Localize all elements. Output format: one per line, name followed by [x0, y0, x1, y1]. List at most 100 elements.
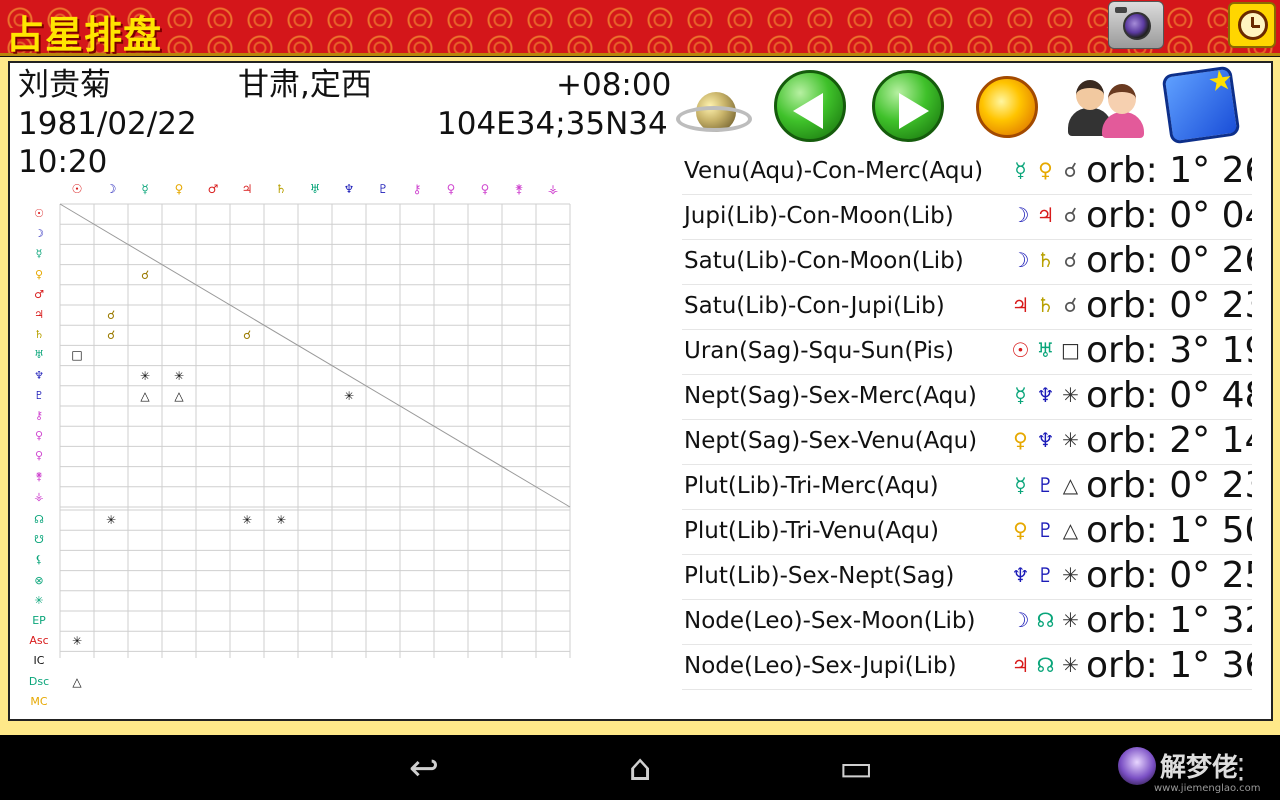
aspect-grid: ☉ ☽ ☿ ♀ ♂ ♃ ♄ ♅ ♆ ♇ ⚷ ♀ ♀ ⚵ ⚶ ☉ ☽ ☿ ♀ ♂ ♃ ♄ ♅ ♆ ♇ ⚷ ♀ ♀ ⚵ ⚶ ☊ ☋ ⚸ ⊗ ✳ EP Asc… [18, 118, 578, 708]
grid-row-header: ⚶ [34, 489, 44, 503]
aspect-glyphs: ☽ ☊ ✳ [1008, 608, 1083, 632]
aspect-glyph-icon: ☌ [1063, 248, 1078, 272]
aspect-row[interactable]: Satu(Lib)-Con-Moon(Lib) ☽ ♄ ☌ orb: 0° 26 [682, 240, 1252, 285]
aspect-row[interactable]: Node(Leo)-Sex-Jupi(Lib) ♃ ☊ ✳ orb: 1° 36 [682, 645, 1252, 690]
next-button[interactable] [872, 70, 944, 142]
recents-button[interactable]: ▭ [828, 749, 884, 789]
aspect-orb: orb: 1° 32 [1086, 600, 1252, 641]
aspect-orb: orb: 2° 14 [1086, 420, 1252, 461]
aspect-glyphs: ☽ ♄ ☌ [1008, 248, 1083, 272]
aspect-row[interactable]: Plut(Lib)-Sex-Nept(Sag) ♆ ♇ ✳ orb: 0° 25 [682, 555, 1252, 600]
previous-button[interactable] [774, 70, 846, 142]
grid-aspect-mark[interactable]: ✳ [162, 369, 196, 383]
aspect-glyph-icon: ♆ [1036, 383, 1055, 407]
aspect-row[interactable]: Plut(Lib)-Tri-Merc(Aqu) ☿ ♇ △ orb: 0° 23 [682, 465, 1252, 510]
app-header: 占星排盘 [0, 0, 1280, 57]
aspect-glyph-icon: ♀ [1013, 518, 1028, 542]
aspect-name: Satu(Lib)-Con-Jupi(Lib) [684, 293, 945, 319]
magic-wand-icon: ★ [1205, 62, 1236, 99]
aspect-row[interactable]: Venu(Aqu)-Con-Merc(Aqu) ☿ ♀ ☌ orb: 1° 26 [682, 150, 1252, 195]
grid-aspect-mark[interactable]: ✳ [230, 513, 264, 527]
grid-row-header: Asc [29, 634, 49, 648]
aspect-glyph-icon: ☌ [1063, 158, 1078, 182]
grid-row-header: ♄ [34, 328, 44, 342]
aspect-row[interactable]: Nept(Sag)-Sex-Venu(Aqu) ♀ ♆ ✳ orb: 2° 14 [682, 420, 1252, 465]
grid-row-header: ☊ [34, 513, 44, 526]
aspect-orb: orb: 0° 26 [1086, 240, 1252, 281]
grid-aspect-mark[interactable]: ✳ [60, 634, 94, 648]
grid-row-header: ♂ [34, 287, 44, 301]
clock-button[interactable] [1228, 2, 1276, 48]
aspect-glyph-icon: ☽ [1011, 608, 1030, 632]
more-button[interactable]: ⋮ [1226, 749, 1256, 789]
aspect-name: Jupi(Lib)-Con-Moon(Lib) [684, 203, 954, 229]
grid-row-header: EP [32, 614, 46, 627]
aspect-row[interactable]: Satu(Lib)-Con-Jupi(Lib) ♃ ♄ ☌ orb: 0° 23 [682, 285, 1252, 330]
grid-column-header: ♃ [241, 182, 253, 196]
back-button[interactable]: ↩ [396, 749, 452, 789]
grid-column-header: ⚶ [547, 182, 559, 196]
aspect-glyph-icon: ♃ [1036, 203, 1055, 227]
aspect-glyph-icon: ☽ [1011, 203, 1030, 227]
magic-wand-button[interactable]: ★ [1161, 62, 1241, 145]
grid-aspect-mark[interactable]: ☌ [94, 328, 128, 342]
grid-row-header: ⊗ [34, 573, 44, 587]
planet-ring [676, 106, 752, 132]
grid-row-header: ⚸ [34, 553, 44, 567]
aspect-glyph-icon: ☌ [1063, 203, 1078, 227]
grid-row-header: MC [30, 694, 48, 708]
aspect-glyph-icon: ✳ [1062, 608, 1079, 632]
aspect-name: Venu(Aqu)-Con-Merc(Aqu) [684, 158, 984, 184]
grid-row-header: ♅ [34, 348, 44, 362]
person-female-head [1108, 84, 1136, 114]
grid-row-header: ♀ [34, 267, 44, 281]
aspect-glyph-icon: ♆ [1011, 563, 1030, 587]
grid-column-header: ♀ [446, 182, 456, 196]
aspect-orb: orb: 1° 26 [1086, 150, 1252, 191]
aspect-glyph-icon: ☿ [1014, 473, 1027, 497]
aspect-glyph-icon: ✳ [1062, 383, 1079, 407]
grid-aspect-mark[interactable]: □ [60, 348, 94, 362]
aspect-glyph-icon: ♇ [1036, 518, 1055, 542]
grid-aspect-mark[interactable]: ✳ [94, 513, 128, 527]
grid-aspect-mark[interactable]: ✳ [332, 389, 366, 403]
grid-aspect-mark[interactable]: ☌ [128, 268, 162, 282]
grid-aspect-mark[interactable]: ☌ [94, 308, 128, 322]
sun-button[interactable] [976, 76, 1038, 138]
grid-aspect-mark[interactable]: ☌ [230, 328, 264, 342]
grid-row-header: ♃ [34, 308, 44, 321]
aspect-glyphs: ☽ ♃ ☌ [1008, 203, 1083, 227]
people-button[interactable] [1066, 72, 1146, 138]
aspect-list[interactable]: Venu(Aqu)-Con-Merc(Aqu) ☿ ♀ ☌ orb: 1° 26 Jupi… [682, 150, 1252, 690]
grid-row-header: ⚷ [34, 409, 44, 422]
aspect-row[interactable]: Jupi(Lib)-Con-Moon(Lib) ☽ ♃ ☌ orb: 0° 04 [682, 195, 1252, 240]
person-name: 刘贵菊 [18, 67, 111, 103]
grid-column-header: ♅ [309, 182, 321, 196]
grid-aspect-mark[interactable]: △ [60, 675, 94, 689]
camera-button[interactable] [1108, 1, 1164, 49]
planet-button[interactable] [676, 80, 752, 156]
grid-row-header: ♆ [34, 368, 44, 382]
birth-place: 甘肃,定西 [238, 67, 372, 103]
aspect-glyph-icon: ♀ [1038, 158, 1053, 182]
grid-aspect-mark[interactable]: ✳ [264, 513, 298, 527]
grid-row-header: IC [33, 654, 45, 668]
aspect-name: Node(Leo)-Sex-Moon(Lib) [684, 608, 976, 634]
aspect-row[interactable]: Uran(Sag)-Squ-Sun(Pis) ☉ ♅ □ orb: 3° 19 [682, 330, 1252, 375]
aspect-glyphs: ☿ ♀ ☌ [1008, 158, 1083, 182]
grid-row-header: ♀ [34, 449, 44, 463]
aspect-row[interactable]: Plut(Lib)-Tri-Venu(Aqu) ♀ ♇ △ orb: 1° 50 [682, 510, 1252, 555]
grid-aspect-mark[interactable]: ✳ [128, 369, 162, 383]
aspect-row[interactable]: Nept(Sag)-Sex-Merc(Aqu) ☿ ♆ ✳ orb: 0° 48 [682, 375, 1252, 420]
home-button[interactable]: ⌂ [612, 749, 668, 789]
grid-aspect-mark[interactable]: △ [162, 389, 196, 403]
grid-column-header: ♀ [480, 182, 490, 196]
aspect-glyph-icon: ☊ [1036, 608, 1055, 632]
aspect-glyph-icon: △ [1062, 518, 1079, 542]
aspect-row[interactable]: Node(Leo)-Sex-Moon(Lib) ☽ ☊ ✳ orb: 1° 32 [682, 600, 1252, 645]
aspect-glyph-icon: ♇ [1036, 473, 1055, 497]
aspect-glyphs: ♆ ♇ ✳ [1008, 563, 1083, 587]
aspect-name: Nept(Sag)-Sex-Venu(Aqu) [684, 428, 978, 454]
grid-aspect-mark[interactable]: △ [128, 389, 162, 403]
app-root: 占星排盘 刘贵菊 甘肃,定西 +08:00 1981/02/22 104E34;… [0, 0, 1280, 800]
